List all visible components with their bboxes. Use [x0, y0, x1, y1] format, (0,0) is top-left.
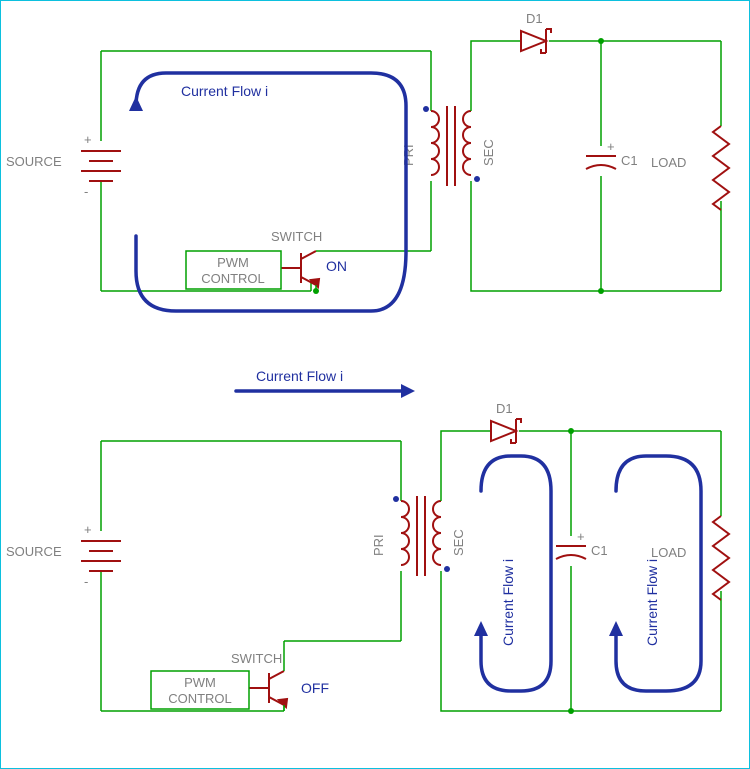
c1-label: C1	[591, 543, 608, 558]
secondary-label: SEC	[451, 529, 466, 556]
transformer-primary	[431, 111, 439, 175]
source-plus: +	[84, 522, 92, 537]
diode-d1	[491, 419, 521, 443]
d1-label: D1	[526, 11, 543, 26]
c1-label: C1	[621, 153, 638, 168]
current-flow-right: Current Flow i	[644, 559, 660, 646]
pwm-label-1: PWM	[217, 255, 249, 270]
pwm-label-2: CONTROL	[201, 271, 265, 286]
switch-transistor	[281, 251, 431, 294]
source-label: SOURCE	[6, 544, 62, 559]
capacitor-c1	[556, 546, 586, 559]
secondary-label: SEC	[481, 139, 496, 166]
transformer-secondary	[433, 501, 441, 565]
source-plus: +	[84, 132, 92, 147]
current-flow-left: Current Flow i	[500, 559, 516, 646]
c1-plus: +	[577, 529, 585, 544]
source-label: SOURCE	[6, 154, 62, 169]
source-minus: -	[84, 184, 88, 199]
switch-state: OFF	[301, 680, 329, 696]
switch-state: ON	[326, 258, 347, 274]
current-flow-label: Current Flow i	[181, 83, 268, 99]
transformer-secondary	[463, 111, 471, 175]
d1-label: D1	[496, 401, 513, 416]
pwm-label-1: PWM	[184, 675, 216, 690]
load-resistor	[713, 126, 729, 210]
transformer-primary	[401, 501, 409, 565]
load-resistor	[713, 516, 729, 600]
current-flow-top: Current Flow i	[256, 368, 343, 384]
load-label: LOAD	[651, 155, 686, 170]
load-label: LOAD	[651, 545, 686, 560]
pwm-label-2: CONTROL	[168, 691, 232, 706]
primary-label: PRI	[401, 144, 416, 166]
primary-label: PRI	[371, 534, 386, 556]
switch-label: SWITCH	[271, 229, 322, 244]
c1-plus: +	[607, 139, 615, 154]
capacitor-c1	[586, 156, 616, 169]
switch-label: SWITCH	[231, 651, 282, 666]
diode-d1	[521, 29, 551, 53]
source-minus: -	[84, 574, 88, 589]
